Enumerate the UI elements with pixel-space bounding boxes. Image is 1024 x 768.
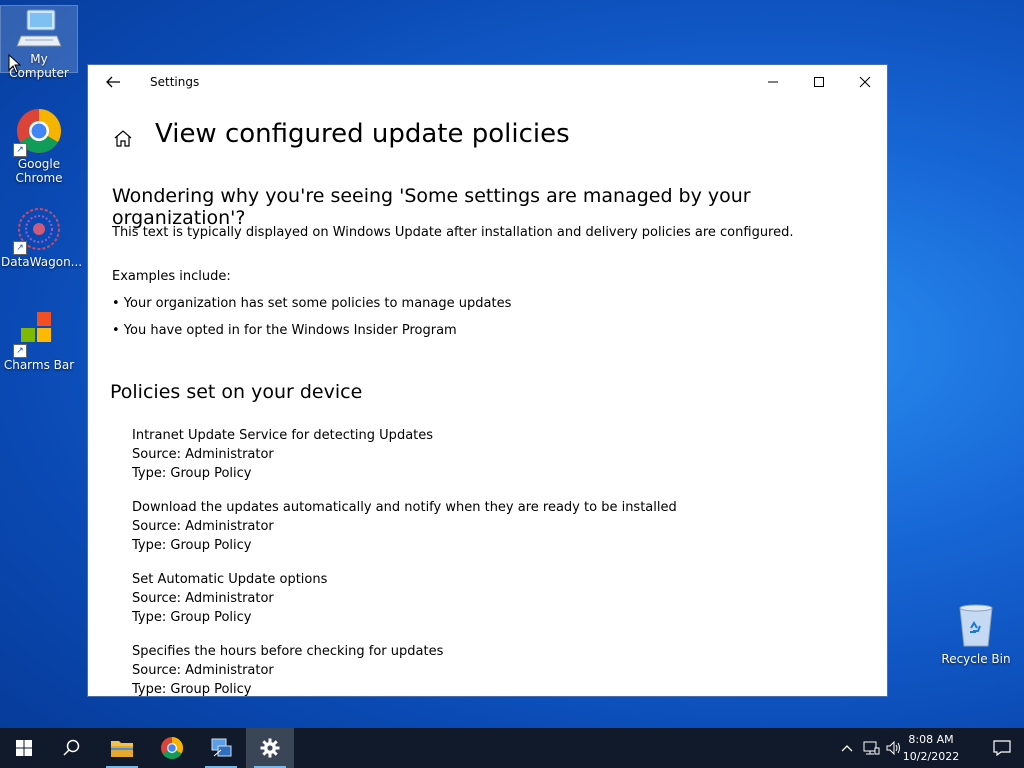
policy-source: Source: Administrator [132,447,274,462]
policy-item: Specifies the hours before checking for … [132,642,444,697]
windows-logo-icon: ↗ [13,308,63,358]
maximize-button[interactable] [796,65,842,99]
policy-type: Type: Group Policy [132,610,252,625]
policy-source: Source: Administrator [132,591,274,606]
chrome-icon: ↗ [13,107,63,157]
taskbar: 8:08 AM 10/2/2022 [0,728,1024,768]
shortcut-arrow-icon: ↗ [13,143,27,157]
policy-name: Specifies the hours before checking for … [132,644,444,659]
maximize-icon [814,77,824,87]
show-hidden-icons-button[interactable] [837,738,857,758]
policy-item: Intranet Update Service for detecting Up… [132,426,433,483]
question-heading: Wondering why you're seeing 'Some settin… [112,185,751,229]
example-item: • Your organization has set some policie… [112,296,512,311]
close-button[interactable] [842,65,887,99]
desktop-icon-google-chrome[interactable]: ↗ Google Chrome [1,107,77,185]
recycle-bin-icon [952,602,1000,648]
policy-name: Download the updates automatically and n… [132,500,677,515]
taskbar-file-explorer[interactable] [98,728,146,768]
desktop-icon-datawagon[interactable]: ↗ DataWagon... [1,205,83,269]
recycle-bin-label: Recycle Bin [941,652,1011,666]
chevron-up-icon [841,745,853,752]
desktop-icon-label: Charms Bar [3,358,75,372]
taskbar-network-app[interactable] [197,728,245,768]
policy-name: Intranet Update Service for detecting Up… [132,428,434,443]
chrome-icon [161,737,183,759]
description-text: This text is typically displayed on Wind… [112,225,794,240]
network-tray-button[interactable] [861,738,881,758]
computer-icon [15,6,63,50]
examples-label: Examples include: [112,269,231,284]
policy-item: Set Automatic Update options Source: Adm… [132,570,327,627]
taskbar-chrome[interactable] [148,728,196,768]
policy-type: Type: Group Policy [132,538,252,553]
title-bar: Settings [88,65,887,99]
home-icon[interactable] [112,127,134,149]
policy-source: Source: Administrator [132,519,274,534]
clock-date: 10/2/2022 [902,750,960,763]
policy-source: Source: Administrator [132,663,274,678]
desktop-icon-recycle-bin[interactable]: Recycle Bin [938,602,1014,666]
settings-window: Settings View configured update policies… [87,64,888,697]
policy-item: Download the updates automatically and n… [132,498,677,555]
search-button[interactable] [48,728,96,768]
minimize-button[interactable] [750,65,796,99]
settings-content: View configured update policies Wonderin… [88,99,887,696]
back-button[interactable] [102,71,124,93]
page-title: View configured update policies [155,119,570,149]
search-icon [63,739,80,756]
example-item: • You have opted in for the Windows Insi… [112,323,457,338]
desktop-icon-label: DataWagon... [1,255,83,269]
desktop-icon-label: Google Chrome [15,157,63,185]
back-arrow-icon [106,76,120,88]
policy-name: Set Automatic Update options [132,572,328,587]
policy-type: Type: Group Policy [132,682,252,697]
close-icon [859,76,871,88]
gear-icon [260,738,280,758]
minimize-icon [768,81,778,83]
network-computer-icon [211,738,232,757]
datawagon-icon: ↗ [13,205,63,255]
policy-type: Type: Group Policy [132,466,252,481]
windows-start-icon [16,740,32,756]
folder-icon [111,741,133,757]
shortcut-arrow-icon: ↗ [13,241,27,255]
network-icon [863,741,880,755]
action-center-button[interactable] [980,728,1024,768]
clock[interactable]: 8:08 AM 10/2/2022 [896,731,966,765]
notification-icon [993,740,1011,756]
desktop-icon-charms-bar[interactable]: ↗ Charms Bar [1,308,77,372]
policies-heading: Policies set on your device [110,381,363,403]
shortcut-arrow-icon: ↗ [13,344,27,358]
clock-time: 8:08 AM [908,733,954,746]
mouse-cursor-icon [8,54,22,74]
start-button[interactable] [0,728,48,768]
window-title: Settings [150,75,200,89]
taskbar-settings[interactable] [246,728,294,768]
